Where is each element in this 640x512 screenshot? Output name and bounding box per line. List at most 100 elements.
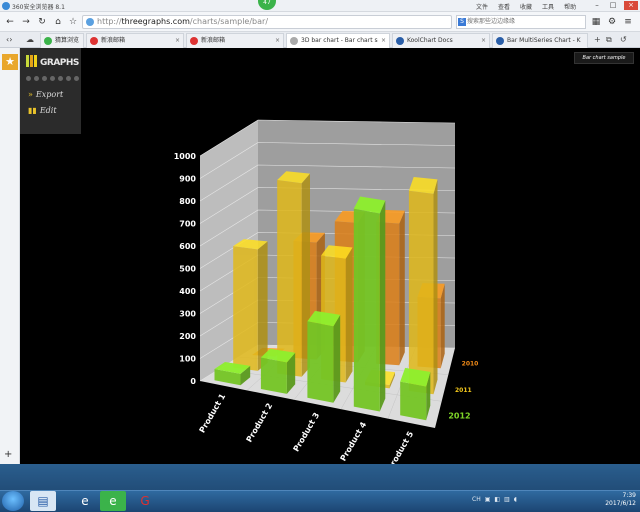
- x-category-label: Product 3: [292, 411, 322, 453]
- sidebar-add-icon[interactable]: +: [4, 449, 12, 460]
- series-label: 2010: [462, 360, 479, 367]
- bar-side-face: [440, 283, 445, 369]
- tab-favicon-icon: [290, 37, 298, 45]
- search-placeholder: 搜索那些边边缘缘: [467, 18, 516, 25]
- cloud-icon[interactable]: ☁: [26, 35, 34, 44]
- tab-favicon-icon: [496, 37, 504, 45]
- menu-file[interactable]: 文件: [476, 2, 488, 11]
- back-icon[interactable]: ←: [4, 16, 16, 28]
- page-content: GRAPHS » Export ▮▮ Edit Bar chart sample 0…: [20, 48, 640, 464]
- tray-icon[interactable]: ▣: [485, 496, 491, 503]
- tab-strip: ‹› ☁ 猜算浏览 新浪邮箱 × 新浪邮箱 × 3D bar chart - B…: [0, 32, 640, 48]
- tab-4[interactable]: KoolChart Docs ×: [392, 33, 490, 48]
- tab-close-icon[interactable]: ×: [481, 34, 486, 47]
- volume-icon[interactable]: ◖: [514, 496, 517, 503]
- url-input[interactable]: http://threegraphs.com/charts/sample/bar…: [82, 15, 452, 29]
- minimize-icon[interactable]: –: [592, 1, 602, 10]
- url-prefix: http://: [97, 17, 122, 26]
- bar-side-face: [345, 247, 353, 383]
- y-tick-label: 600: [179, 242, 196, 251]
- series-label: 2011: [455, 387, 472, 394]
- tab-label: 3D bar chart - Bar chart s: [301, 37, 378, 44]
- site-info-icon[interactable]: [86, 18, 94, 26]
- system-tray: CH ▣ ◧ ▥ ◖: [472, 496, 517, 503]
- taskbar: ▤ e e G CH ▣ ◧ ▥ ◖ 7:39 2017/6/12: [0, 464, 640, 512]
- bar-front-face: [277, 180, 302, 377]
- bar-front-face: [400, 381, 427, 421]
- tab-1[interactable]: 新浪邮箱 ×: [86, 33, 184, 48]
- grid-icon[interactable]: ▦: [590, 16, 602, 28]
- bar-side-face: [257, 241, 268, 371]
- start-button[interactable]: [2, 491, 24, 511]
- menu-icon[interactable]: ≡: [622, 16, 634, 28]
- bar-front-face: [408, 190, 434, 395]
- tab-favicon-icon: [90, 37, 98, 45]
- network-icon[interactable]: ▥: [504, 496, 510, 503]
- bar-2011-product-1: [233, 239, 268, 371]
- new-tab-icon[interactable]: +: [594, 35, 601, 44]
- address-toolbar: ← → ↻ ⌂ ☆ http://threegraphs.com/charts/…: [0, 12, 640, 32]
- close-icon[interactable]: ×: [624, 1, 638, 10]
- app-g-icon[interactable]: G: [132, 491, 158, 511]
- url-path: /charts/sample/bar/: [189, 17, 269, 26]
- y-tick-label: 100: [179, 355, 196, 364]
- bar-front-face: [233, 246, 258, 371]
- browser-logo-icon: [2, 2, 10, 10]
- bar-side-face: [379, 200, 386, 412]
- restore-tab-icon[interactable]: ⧉: [606, 35, 612, 45]
- favorite-star-icon[interactable]: ☆: [67, 16, 79, 28]
- tab-favicon-icon: [44, 37, 52, 45]
- search-engine-icon[interactable]: S: [458, 18, 466, 26]
- bar-2012-product-4: [353, 196, 386, 412]
- menu-help[interactable]: 帮助: [564, 2, 576, 11]
- tab-label: 新浪邮箱: [201, 37, 226, 44]
- tab-label: 新浪邮箱: [101, 37, 126, 44]
- y-tick-label: 800: [179, 197, 196, 206]
- tray-icon[interactable]: ◧: [494, 496, 500, 503]
- tab-5[interactable]: Bar MultiSeries Chart - K: [492, 33, 588, 48]
- notification-badge[interactable]: 47: [258, 0, 276, 10]
- reload-icon[interactable]: ↻: [36, 16, 48, 28]
- menu-tools[interactable]: 工具: [542, 2, 554, 11]
- browser-menu: 文件 查看 收藏 工具 帮助: [476, 2, 576, 11]
- y-tick-label: 1000: [174, 152, 197, 161]
- y-tick-label: 500: [179, 265, 196, 274]
- bar-2012-product-3: [307, 310, 341, 403]
- bar-front-face: [353, 208, 380, 412]
- y-tick-label: 300: [179, 310, 196, 319]
- input-method-label[interactable]: CH: [472, 496, 481, 503]
- favorites-star-icon[interactable]: ★: [2, 54, 18, 70]
- bar-2012-product-5: [400, 367, 431, 421]
- tab-2[interactable]: 新浪邮箱 ×: [186, 33, 284, 48]
- ie-icon[interactable]: e: [72, 491, 98, 511]
- tab-close-icon[interactable]: ×: [275, 34, 280, 47]
- home-icon[interactable]: ⌂: [52, 16, 64, 28]
- maximize-icon[interactable]: □: [608, 1, 618, 10]
- menu-view[interactable]: 查看: [498, 2, 510, 11]
- x-category-label: Product 1: [198, 392, 228, 435]
- file-explorer-icon[interactable]: ▤: [30, 491, 56, 511]
- browser-360-icon[interactable]: e: [100, 491, 126, 511]
- settings-icon[interactable]: ⚙: [606, 16, 618, 28]
- tab-0[interactable]: 猜算浏览: [40, 33, 84, 48]
- menu-favorites[interactable]: 收藏: [520, 2, 532, 11]
- bar-chart-3d[interactable]: 0 100 200 300 400 500 600 700 800 900 1000 Product …: [20, 48, 640, 464]
- url-host: threegraphs.com: [121, 17, 190, 26]
- y-tick-label: 200: [179, 332, 196, 341]
- bar-2012-product-2: [260, 348, 296, 394]
- search-input[interactable]: S 搜索那些边边缘缘: [456, 15, 586, 29]
- tab-3[interactable]: 3D bar chart - Bar chart s ×: [286, 33, 390, 48]
- forward-icon[interactable]: →: [20, 16, 32, 28]
- tab-label: KoolChart Docs: [407, 37, 453, 44]
- y-tick-label: 400: [179, 287, 196, 296]
- tab-label: 猜算浏览: [55, 37, 80, 44]
- y-tick-label: 0: [190, 377, 196, 386]
- tab-refresh-icon[interactable]: ↺: [620, 35, 627, 44]
- tab-list-icon[interactable]: ‹›: [6, 35, 12, 44]
- series-label: 2012: [448, 412, 470, 421]
- tab-close-icon[interactable]: ×: [381, 34, 386, 47]
- clock[interactable]: 7:39 2017/6/12: [605, 492, 636, 508]
- tab-close-icon[interactable]: ×: [175, 34, 180, 47]
- bar-2011-product-2: [277, 171, 310, 377]
- bar-front-face: [307, 321, 334, 403]
